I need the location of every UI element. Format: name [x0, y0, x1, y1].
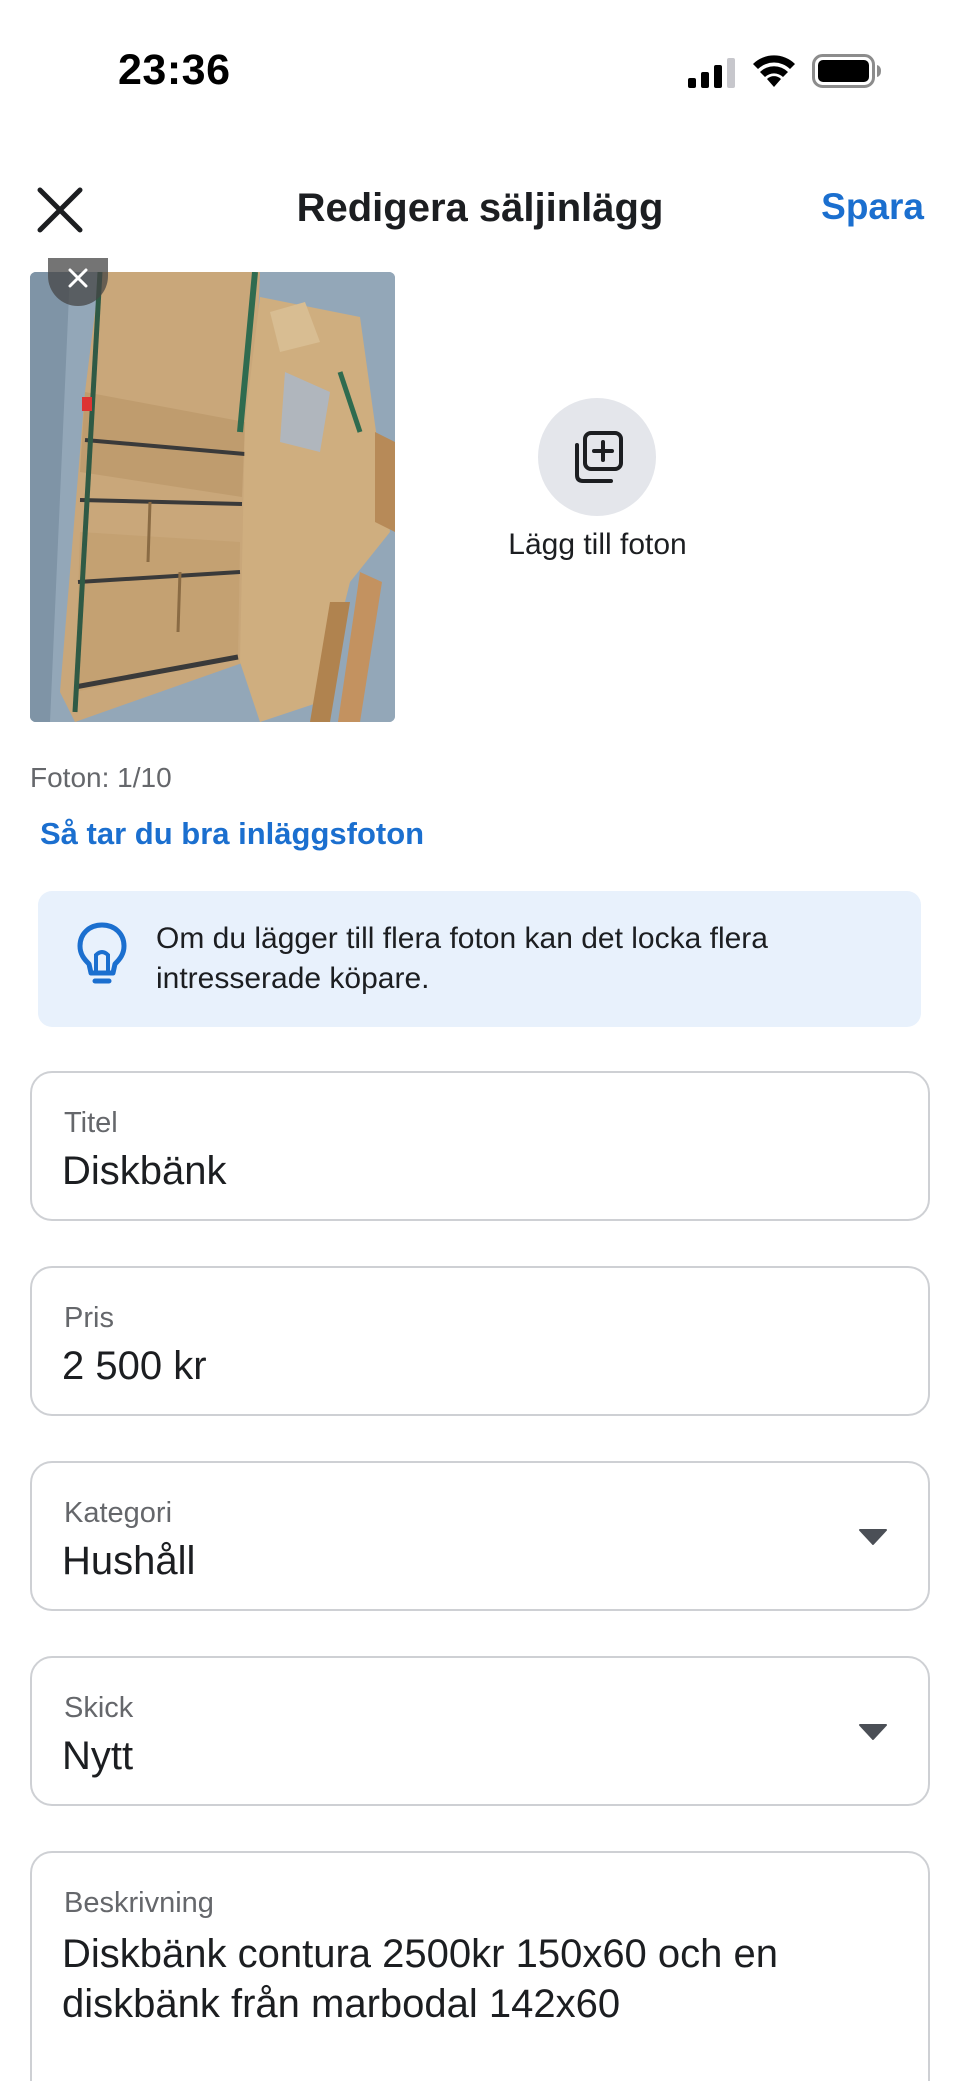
add-photos-circle: [538, 398, 656, 516]
listing-photo[interactable]: [30, 272, 395, 722]
caret-down-icon: [859, 1529, 887, 1545]
price-field[interactable]: Pris 2 500 kr: [30, 1266, 930, 1416]
listing-photo-image: [30, 272, 395, 722]
add-photos-button[interactable]: Lägg till foton: [480, 398, 715, 578]
condition-field-value: Nytt: [62, 1734, 134, 1778]
category-dropdown[interactable]: Kategori Hushåll: [30, 1461, 930, 1611]
battery-icon: [812, 54, 881, 88]
cellular-signal-icon: [688, 58, 735, 88]
info-banner-text: Om du lägger till flera foton kan det lo…: [156, 922, 768, 995]
description-field[interactable]: Beskrivning Diskbänk contura 2500kr 150x…: [30, 1851, 930, 2081]
close-icon: [68, 268, 88, 288]
photo-count: Foton: 1/10: [30, 762, 172, 793]
price-field-value[interactable]: 2 500 kr: [62, 1344, 207, 1389]
category-field-label: Kategori: [64, 1497, 173, 1529]
title-field-label: Titel: [64, 1107, 118, 1139]
condition-dropdown[interactable]: Skick Nytt: [30, 1656, 930, 1806]
caret-down-icon: [859, 1724, 887, 1740]
description-field-label: Beskrivning: [64, 1887, 214, 1919]
edit-listing-screen: 23:36 Redigera säljinlägg Spara Lägg til…: [0, 0, 960, 2081]
status-bar: 23:36: [0, 0, 960, 140]
add-photos-label: Lägg till foton: [508, 528, 687, 561]
save-button[interactable]: Spara: [821, 186, 924, 228]
description-field-value[interactable]: Diskbänk contura 2500kr 150x60 och en di…: [62, 1929, 902, 2029]
price-field-label: Pris: [64, 1302, 114, 1334]
title-field[interactable]: Titel Diskbänk: [30, 1071, 930, 1221]
status-time: 23:36: [118, 46, 231, 94]
title-field-value[interactable]: Diskbänk: [62, 1149, 227, 1194]
header-bar: Redigera säljinlägg Spara: [0, 170, 960, 250]
page-title: Redigera säljinlägg: [296, 186, 664, 230]
photo-tips-link[interactable]: Så tar du bra inläggsfoton: [40, 816, 424, 852]
condition-field-label: Skick: [64, 1692, 134, 1724]
lightbulb-icon: [77, 922, 127, 984]
info-banner: Om du lägger till flera foton kan det lo…: [38, 891, 921, 1027]
wifi-icon: [753, 55, 795, 87]
category-field-value: Hushåll: [62, 1539, 196, 1583]
add-photo-icon: [575, 431, 623, 483]
